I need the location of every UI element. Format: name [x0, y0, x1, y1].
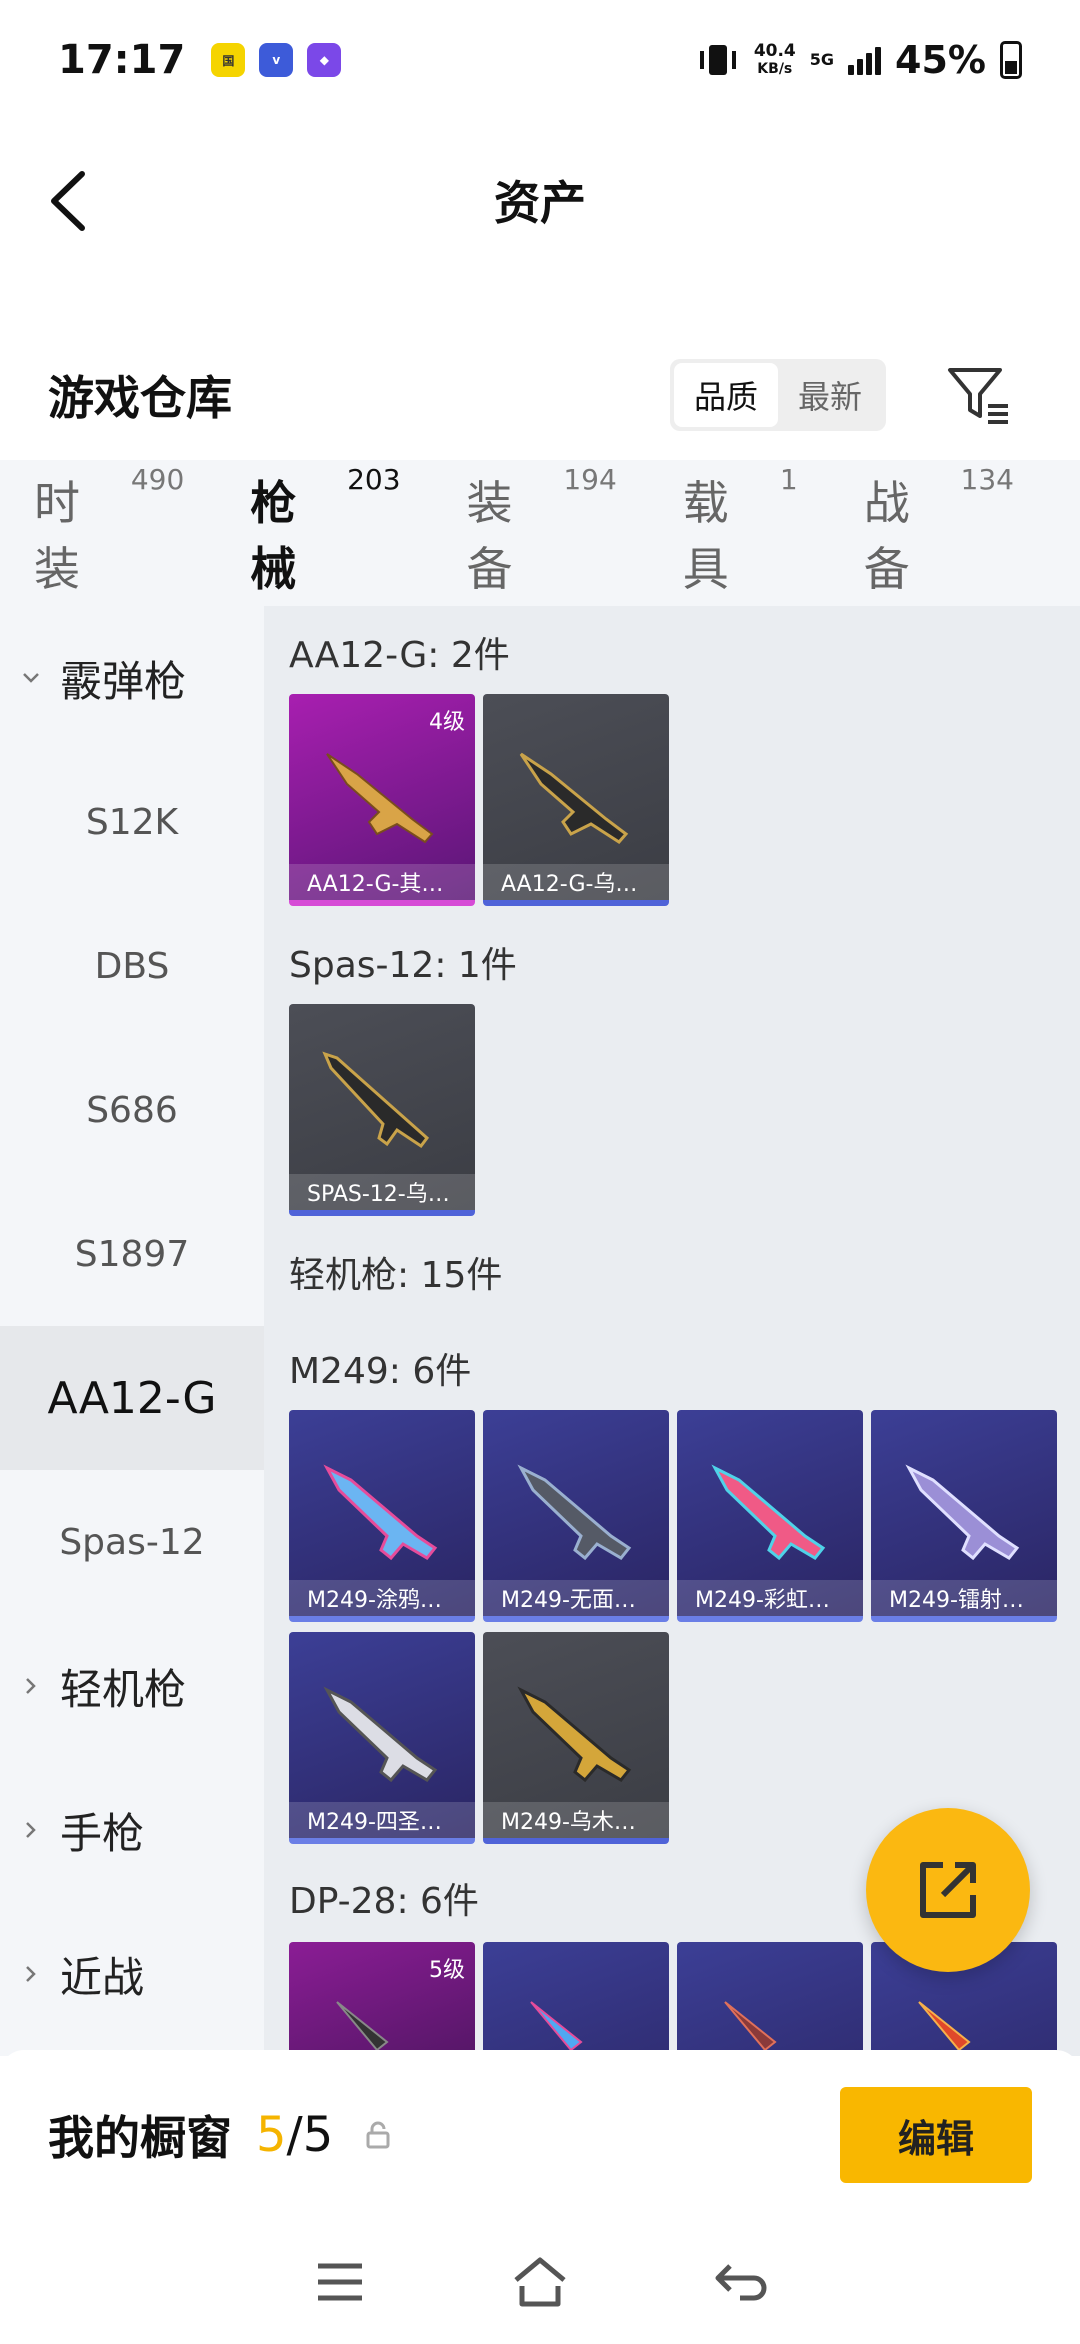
system-nav-bar — [0, 2220, 1080, 2344]
shotgun-icon — [322, 1051, 430, 1149]
network-type: 5G — [809, 50, 835, 69]
machine-gun-icon — [530, 2001, 583, 2052]
sidebar-item-s12k[interactable]: S12K — [0, 750, 264, 894]
section-title-dp28: DP-28: 6件 — [289, 1881, 479, 1922]
sidebar-group-pistol[interactable]: 手枪 — [0, 1758, 264, 1902]
tab-fashion[interactable]: 时装 490 — [34, 463, 184, 599]
weapon-card[interactable]: 4级 AA12-G-其… — [289, 694, 475, 906]
signal-icon — [848, 45, 882, 75]
weapon-card[interactable]: M249-彩虹… — [677, 1410, 863, 1622]
sidebar-item-spas12[interactable]: Spas-12 — [0, 1470, 264, 1614]
page-title: 资产 — [494, 176, 586, 230]
filter-icon[interactable] — [944, 360, 1014, 430]
machine-gun-icon — [336, 2001, 389, 2052]
warehouse-title: 游戏仓库 — [48, 371, 232, 425]
showcase-count: 5/5 — [256, 2107, 334, 2163]
machine-gun-icon — [323, 1464, 438, 1561]
rifle-icon — [519, 752, 629, 844]
home-icon[interactable] — [510, 2252, 570, 2312]
edit-button[interactable]: 编辑 — [840, 2087, 1032, 2183]
sort-toggle: 品质 最新 — [670, 359, 886, 431]
battery-percent: 45% — [895, 38, 986, 82]
section-title-lmg: 轻机枪: 15件 — [289, 1255, 503, 1296]
category-tabs: 时装 490 枪械 203 装备 194 载具 1 战备 134 — [0, 460, 1080, 633]
section-title-aa12g: AA12-G: 2件 — [289, 635, 510, 676]
weapon-card[interactable]: 5级 — [289, 1942, 475, 2056]
weapon-card[interactable]: M249-无面… — [483, 1410, 669, 1622]
app-notification-icon-2: ◆ — [307, 43, 342, 77]
weapon-category-sidebar: 霰弹枪 S12K DBS S686 S1897 AA12-G Spas-12 轻… — [0, 606, 264, 2056]
tab-vehicles[interactable]: 载具 1 — [683, 463, 798, 599]
weapon-card[interactable]: AA12-G-乌… — [483, 694, 669, 906]
machine-gun-icon — [711, 1464, 826, 1561]
warehouse-header: 游戏仓库 品质 最新 — [0, 340, 1080, 450]
status-time: 17:17 — [58, 37, 186, 83]
weapon-card[interactable]: M249-涂鸦… — [289, 1410, 475, 1622]
weapon-card[interactable]: M249-乌木… — [483, 1632, 669, 1844]
chevron-right-icon — [26, 1822, 36, 1838]
tab-firearms[interactable]: 枪械 203 — [250, 463, 401, 633]
network-speed: 40.4 KB/s — [753, 41, 796, 77]
chevron-right-icon — [26, 1966, 36, 1982]
back-icon[interactable] — [710, 2252, 770, 2312]
sidebar-group-melee[interactable]: 近战 — [0, 1902, 264, 2046]
vivo-notification-icon: v — [259, 43, 294, 77]
sidebar-item-s1897[interactable]: S1897 — [0, 1182, 264, 1326]
machine-gun-icon — [905, 1464, 1020, 1561]
weapon-card[interactable] — [677, 1942, 863, 2056]
sidebar-item-aa12g[interactable]: AA12-G — [0, 1326, 264, 1470]
tab-supplies[interactable]: 战备 134 — [864, 463, 1014, 599]
chevron-right-icon — [26, 1678, 36, 1694]
menu-icon[interactable] — [310, 2252, 370, 2312]
status-notification-icons: 国 v ◆ — [211, 43, 342, 77]
machine-gun-icon — [724, 2001, 777, 2052]
app-header: 资产 — [0, 120, 1080, 280]
sidebar-group-lmg[interactable]: 轻机枪 — [0, 1614, 264, 1758]
weapon-card[interactable] — [483, 1942, 669, 2056]
vibrate-icon — [699, 45, 736, 75]
rifle-icon — [326, 753, 434, 844]
share-button[interactable] — [866, 1808, 1030, 1972]
machine-gun-icon — [323, 1686, 438, 1783]
chevron-down-icon — [23, 673, 39, 683]
sort-newest[interactable]: 最新 — [778, 363, 882, 427]
machine-gun-icon — [517, 1686, 632, 1783]
sidebar-item-dbs[interactable]: DBS — [0, 894, 264, 1038]
lock-icon — [366, 2121, 390, 2149]
showcase-title: 我的橱窗 — [48, 2111, 232, 2165]
section-title-m249: M249: 6件 — [289, 1351, 472, 1392]
sidebar-item-s686[interactable]: S686 — [0, 1038, 264, 1182]
machine-gun-icon — [517, 1464, 632, 1561]
app-notification-icon: 国 — [211, 43, 246, 77]
sidebar-group-shotgun[interactable]: 霰弹枪 — [0, 606, 264, 750]
weapon-card[interactable]: M249-镭射… — [871, 1410, 1057, 1622]
share-icon — [920, 1862, 976, 1918]
weapon-card[interactable]: M249-四圣… — [289, 1632, 475, 1844]
tab-equipment[interactable]: 装备 194 — [467, 463, 617, 599]
weapon-card[interactable]: SPAS-12-乌… — [289, 1004, 475, 1216]
machine-gun-icon — [918, 2001, 971, 2052]
sort-quality[interactable]: 品质 — [674, 363, 778, 427]
back-arrow-icon[interactable] — [44, 166, 104, 236]
section-title-spas12: Spas-12: 1件 — [289, 945, 517, 986]
showcase-bar: 我的橱窗 5/5 编辑 — [0, 2050, 1080, 2220]
status-bar: 17:17 国 v ◆ 40.4 KB/s 5G 45% — [0, 0, 1080, 120]
battery-icon — [1000, 41, 1022, 79]
